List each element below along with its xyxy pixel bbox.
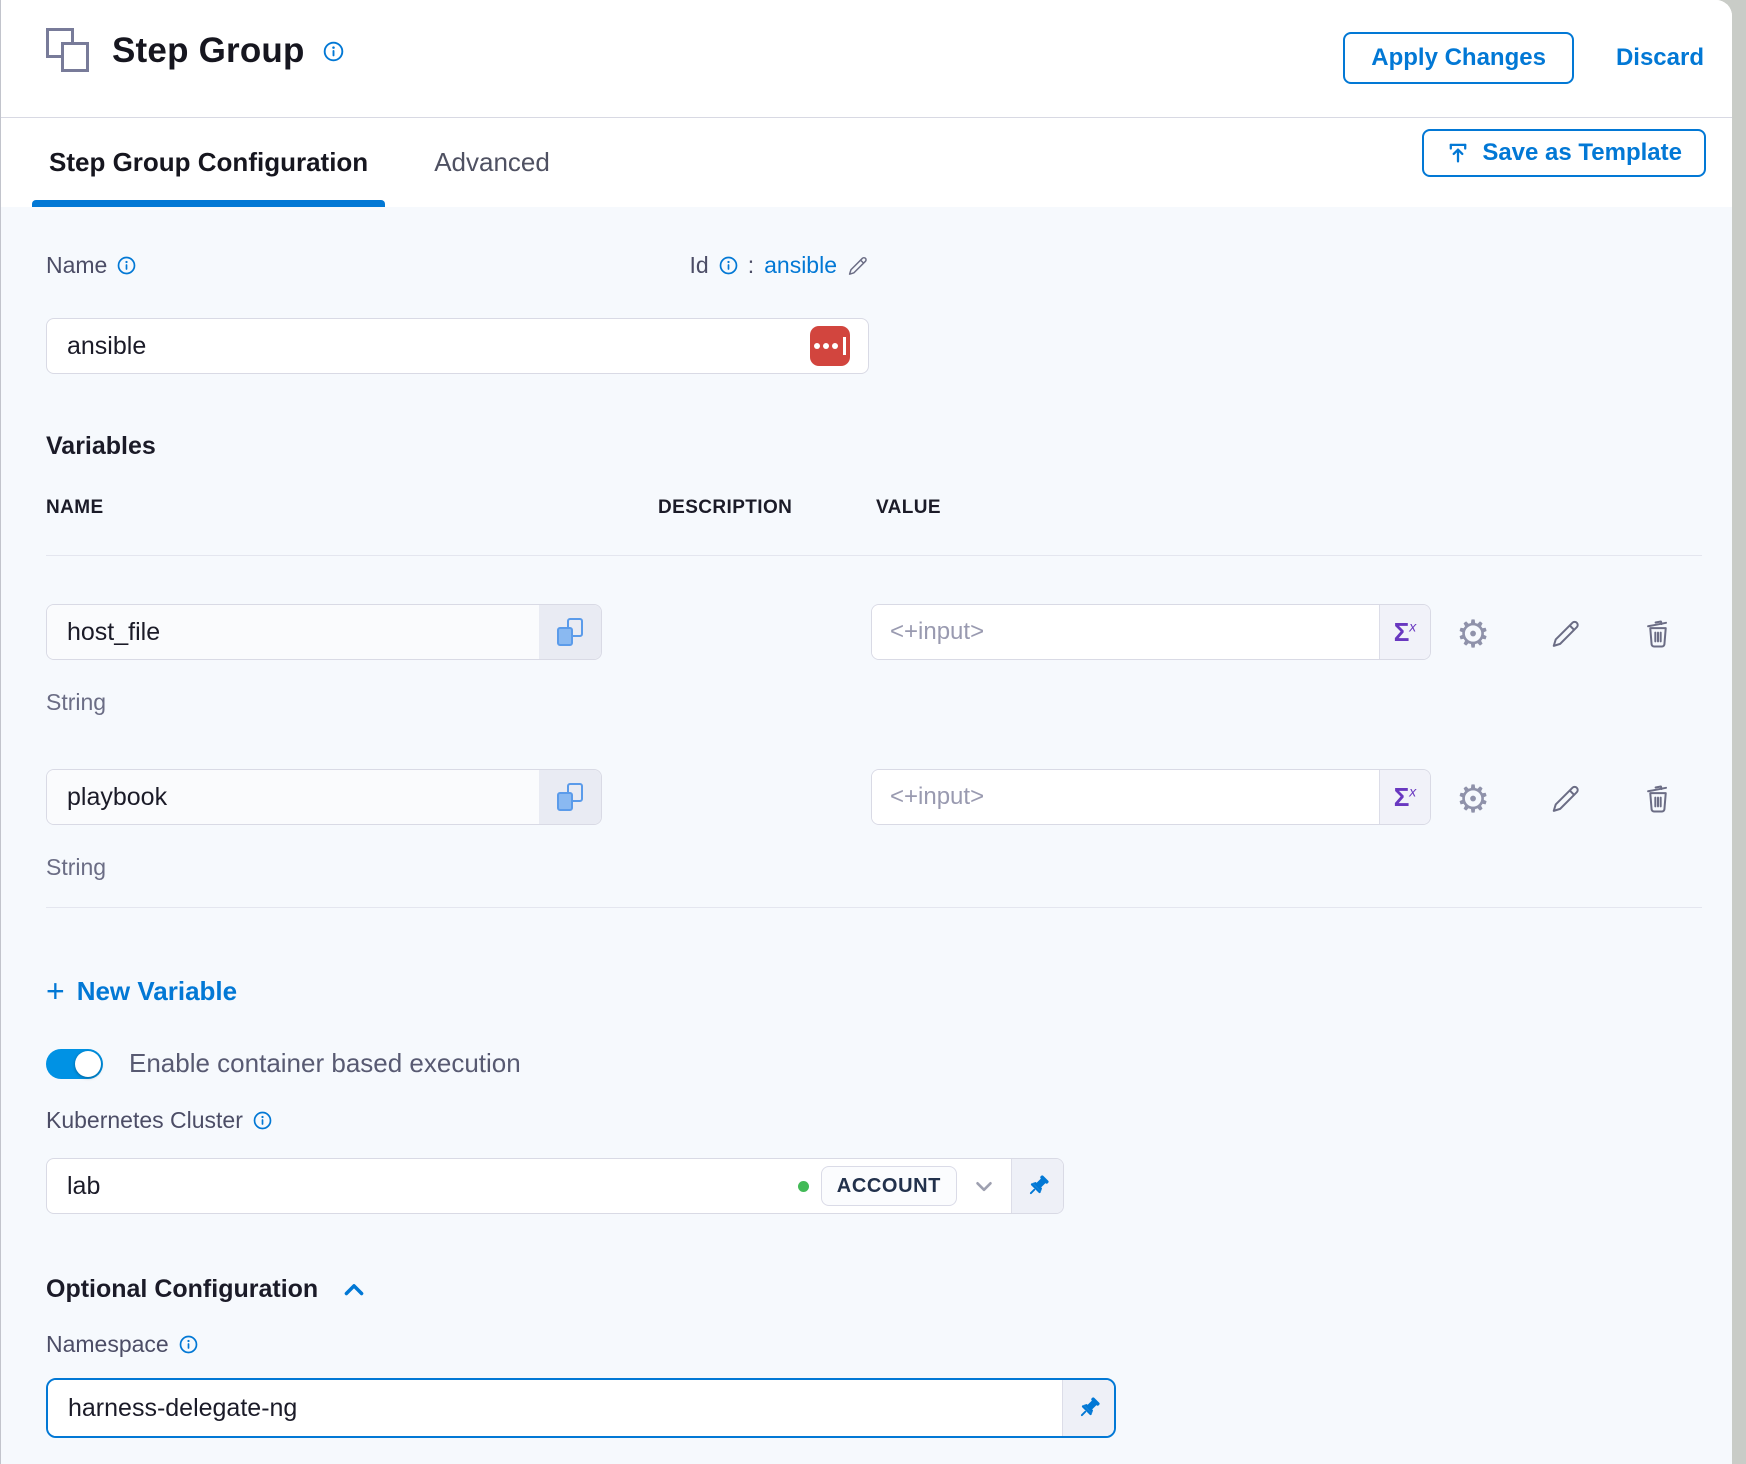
kubernetes-cluster-value: lab bbox=[47, 1172, 798, 1201]
page-title: Step Group bbox=[112, 31, 305, 71]
connector-status-dot bbox=[798, 1181, 809, 1192]
tab-bar: Step Group Configuration Advanced Save a… bbox=[1, 118, 1732, 207]
gear-icon: ⚙ bbox=[1456, 780, 1490, 818]
new-variable-label: New Variable bbox=[77, 976, 237, 1007]
upload-icon bbox=[1446, 141, 1470, 165]
namespace-input-wrap bbox=[46, 1378, 1116, 1438]
column-header-name: NAME bbox=[46, 497, 104, 519]
variables-heading: Variables bbox=[46, 432, 156, 461]
id-separator: : bbox=[748, 252, 754, 279]
kubernetes-cluster-select[interactable]: lab ACCOUNT bbox=[46, 1158, 1064, 1214]
apply-changes-button[interactable]: Apply Changes bbox=[1343, 32, 1574, 84]
info-icon[interactable] bbox=[117, 256, 136, 275]
expression-button[interactable]: Σx bbox=[1379, 770, 1430, 824]
variable-type-label: String bbox=[46, 689, 106, 716]
variable-settings-button[interactable]: ⚙ bbox=[1451, 777, 1495, 821]
tab-configuration-label: Step Group Configuration bbox=[49, 147, 368, 178]
pin-cluster-button[interactable] bbox=[1011, 1159, 1063, 1213]
info-icon[interactable] bbox=[179, 1335, 198, 1354]
lastpass-autofill-icon[interactable] bbox=[810, 326, 850, 366]
pin-namespace-button[interactable] bbox=[1062, 1380, 1114, 1436]
copy-button[interactable] bbox=[539, 605, 601, 659]
plus-icon: + bbox=[46, 975, 65, 1007]
optional-configuration-heading: Optional Configuration bbox=[46, 1275, 318, 1304]
container-execution-toggle[interactable] bbox=[46, 1049, 103, 1079]
pin-icon bbox=[1076, 1395, 1102, 1421]
variable-value-input[interactable] bbox=[872, 770, 1379, 824]
name-label: Name bbox=[46, 252, 107, 279]
edit-id-pencil-icon[interactable] bbox=[847, 255, 869, 277]
chevron-up-icon bbox=[340, 1276, 368, 1304]
tab-advanced-label: Advanced bbox=[434, 147, 550, 178]
id-label: Id bbox=[690, 252, 709, 279]
sigma-icon: Σx bbox=[1394, 617, 1417, 648]
save-as-template-label: Save as Template bbox=[1482, 139, 1682, 167]
pencil-icon bbox=[1550, 618, 1582, 650]
save-as-template-button[interactable]: Save as Template bbox=[1422, 129, 1706, 177]
tab-advanced[interactable]: Advanced bbox=[417, 118, 567, 207]
tab-step-group-configuration[interactable]: Step Group Configuration bbox=[32, 118, 385, 207]
name-input[interactable] bbox=[47, 319, 810, 373]
namespace-input[interactable] bbox=[48, 1380, 1062, 1436]
pencil-icon bbox=[1550, 783, 1582, 815]
trash-icon bbox=[1642, 783, 1674, 815]
info-icon[interactable] bbox=[719, 256, 738, 275]
name-input-wrap bbox=[46, 318, 869, 374]
trash-icon bbox=[1642, 618, 1674, 650]
table-row-variable-name bbox=[46, 604, 602, 660]
variable-name-input[interactable] bbox=[47, 770, 539, 824]
info-icon[interactable] bbox=[323, 41, 344, 62]
copy-icon bbox=[557, 618, 583, 646]
divider bbox=[46, 907, 1702, 908]
container-execution-label: Enable container based execution bbox=[129, 1048, 521, 1079]
kubernetes-cluster-label: Kubernetes Cluster bbox=[46, 1107, 243, 1134]
info-icon[interactable] bbox=[253, 1111, 272, 1130]
variable-type-label: String bbox=[46, 854, 106, 881]
drawer-header: Step Group Apply Changes Discard bbox=[1, 0, 1732, 118]
sigma-icon: Σx bbox=[1394, 782, 1417, 813]
configuration-form: Name Id : ansible bbox=[1, 207, 1732, 1464]
step-group-icon bbox=[46, 26, 94, 76]
copy-button[interactable] bbox=[539, 770, 601, 824]
variable-delete-button[interactable] bbox=[1636, 777, 1680, 821]
copy-icon bbox=[557, 783, 583, 811]
optional-configuration-toggle[interactable]: Optional Configuration bbox=[46, 1275, 368, 1304]
variable-edit-button[interactable] bbox=[1544, 777, 1588, 821]
new-variable-button[interactable]: + New Variable bbox=[46, 975, 237, 1007]
column-header-value: VALUE bbox=[876, 497, 941, 519]
namespace-label: Namespace bbox=[46, 1331, 169, 1358]
discard-button[interactable]: Discard bbox=[1616, 44, 1704, 72]
id-value: ansible bbox=[764, 252, 837, 279]
expression-button[interactable]: Σx bbox=[1379, 605, 1430, 659]
variable-settings-button[interactable]: ⚙ bbox=[1451, 612, 1495, 656]
column-header-description: DESCRIPTION bbox=[658, 497, 792, 519]
variable-value-wrap: Σx bbox=[871, 769, 1431, 825]
scope-badge: ACCOUNT bbox=[821, 1166, 957, 1206]
cluster-dropdown-toggle[interactable] bbox=[957, 1173, 1011, 1199]
variable-edit-button[interactable] bbox=[1544, 612, 1588, 656]
table-row-variable-name bbox=[46, 769, 602, 825]
chevron-down-icon bbox=[971, 1173, 997, 1199]
pin-icon bbox=[1025, 1173, 1051, 1199]
step-group-drawer: Step Group Apply Changes Discard Step Gr… bbox=[0, 0, 1732, 1464]
divider bbox=[46, 555, 1702, 556]
variable-value-wrap: Σx bbox=[871, 604, 1431, 660]
variable-value-input[interactable] bbox=[872, 605, 1379, 659]
gear-icon: ⚙ bbox=[1456, 615, 1490, 653]
apply-changes-label: Apply Changes bbox=[1371, 44, 1546, 72]
variable-delete-button[interactable] bbox=[1636, 612, 1680, 656]
variable-name-input[interactable] bbox=[47, 605, 539, 659]
